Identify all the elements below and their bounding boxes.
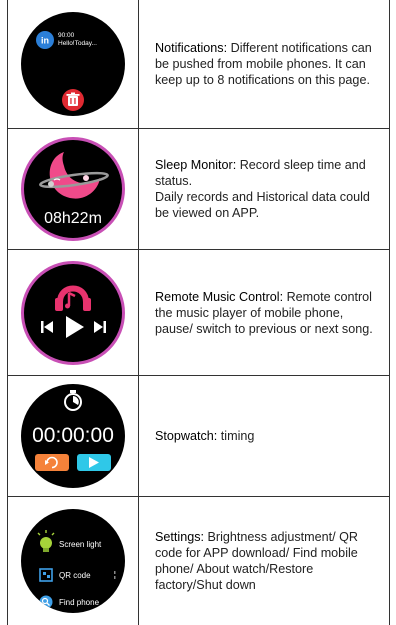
headphones-icon (55, 285, 91, 311)
row-sleep-monitor: 08h22m Sleep Monitor: Record sleep time … (8, 128, 389, 249)
find-phone-icon (39, 595, 53, 609)
row-stopwatch: 00:00:00 Stopwatch: timing (8, 375, 389, 496)
settings-description: Settings: Brightness adjustment/ QR code… (139, 497, 389, 625)
sleep-image-cell: 08h22m (8, 129, 139, 249)
notifications-description: Notifications: Different notifications c… (139, 0, 389, 128)
watch-music-screen (21, 260, 125, 365)
watch-stopwatch-screen: 00:00:00 (21, 384, 125, 488)
setting-qr-code[interactable]: QR code (59, 571, 91, 580)
notifications-image-cell: in 90:00 Hello!Today... (8, 0, 139, 128)
stopwatch-desc: timing (217, 429, 255, 443)
trash-icon[interactable] (62, 89, 84, 111)
notification-message: Hello!Today... (58, 40, 97, 47)
watch-sleep-screen: 08h22m (21, 137, 125, 241)
row-settings: Screen light QR code Find phone Settings… (8, 496, 389, 625)
app-icon-label: in (41, 36, 49, 46)
setting-screen-light[interactable]: Screen light (59, 540, 102, 549)
row-music-control: Remote Music Control: Remote control the… (8, 249, 389, 375)
next-track-icon[interactable] (94, 320, 106, 333)
sleep-description: Sleep Monitor: Record sleep time and sta… (139, 129, 389, 249)
feature-table: in 90:00 Hello!Today... Notifications: D… (7, 0, 390, 625)
stopwatch-icon (64, 390, 82, 411)
moon-icon (39, 152, 109, 199)
sleep-desc-2: Daily records and Historical data could … (155, 190, 370, 220)
music-image-cell (8, 250, 139, 375)
lightbulb-icon (37, 530, 55, 552)
music-description: Remote Music Control: Remote control the… (139, 250, 389, 375)
play-icon[interactable] (66, 315, 84, 338)
sleep-duration: 08h22m (44, 210, 102, 227)
stopwatch-time: 00:00:00 (32, 424, 114, 447)
qr-code-icon (39, 568, 53, 582)
setting-find-phone[interactable]: Find phone (59, 598, 100, 607)
watch-settings-screen: Screen light QR code Find phone (21, 509, 125, 613)
stopwatch-description: Stopwatch: timing (139, 376, 389, 496)
start-button[interactable] (77, 454, 111, 471)
previous-track-icon[interactable] (41, 320, 53, 333)
music-title: Remote Music Control: (155, 289, 284, 304)
stopwatch-image-cell: 00:00:00 (8, 376, 139, 496)
scroll-indicator (114, 571, 116, 579)
row-notifications: in 90:00 Hello!Today... Notifications: D… (8, 0, 389, 128)
reset-button[interactable] (35, 454, 69, 471)
settings-title: Settings: (155, 530, 205, 544)
settings-image-cell: Screen light QR code Find phone (8, 497, 139, 625)
watch-notifications-screen: in 90:00 Hello!Today... (21, 12, 125, 116)
sleep-title: Sleep Monitor: (155, 158, 237, 172)
stopwatch-title: Stopwatch: (155, 429, 218, 443)
notification-time: 90:00 (58, 32, 75, 39)
notifications-title: Notifications: (155, 41, 228, 55)
